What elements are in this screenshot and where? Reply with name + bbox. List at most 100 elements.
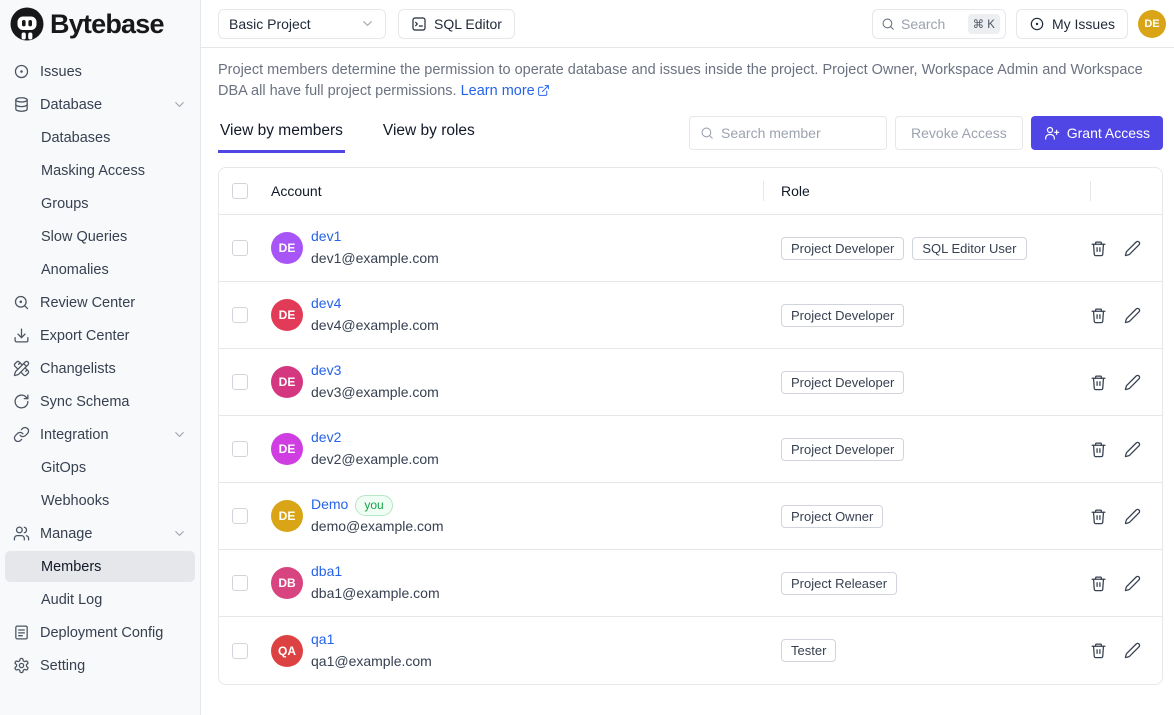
learn-more-link[interactable]: Learn more bbox=[461, 83, 535, 99]
actions-cell bbox=[1090, 508, 1162, 525]
pencil-icon[interactable] bbox=[1124, 307, 1141, 324]
member-email: dba1@example.com bbox=[311, 583, 440, 605]
grant-access-button[interactable]: Grant Access bbox=[1031, 116, 1163, 150]
member-email: dev4@example.com bbox=[311, 315, 439, 337]
row-checkbox[interactable] bbox=[232, 643, 248, 659]
sql-editor-button[interactable]: SQL Editor bbox=[398, 9, 515, 39]
member-name-link[interactable]: dev1 bbox=[311, 226, 341, 248]
chevron-down-icon bbox=[360, 16, 375, 31]
row-checkbox[interactable] bbox=[232, 441, 248, 457]
trash-icon[interactable] bbox=[1090, 508, 1107, 525]
brand-name: Bytebase bbox=[50, 9, 164, 40]
sidebar-item-anomalies[interactable]: Anomalies bbox=[5, 254, 195, 285]
role-badge: Project Developer bbox=[781, 237, 904, 260]
sidebar-item-export-center[interactable]: Export Center bbox=[5, 320, 195, 351]
pencil-icon[interactable] bbox=[1124, 642, 1141, 659]
role-badge: Project Releaser bbox=[781, 572, 897, 595]
row-checkbox-cell bbox=[219, 240, 263, 256]
sidebar-item-members[interactable]: Members bbox=[5, 551, 195, 582]
circle-dot-icon bbox=[13, 63, 30, 80]
account-cell: DEDemoyoudemo@example.com bbox=[263, 494, 763, 537]
table-row: DEdev2dev2@example.comProject Developer bbox=[219, 416, 1162, 483]
pencil-icon[interactable] bbox=[1124, 374, 1141, 391]
sidebar-item-issues[interactable]: Issues bbox=[5, 56, 195, 87]
role-badge: SQL Editor User bbox=[912, 237, 1026, 260]
chevron-down-icon[interactable] bbox=[172, 427, 187, 442]
tabs: View by members View by roles bbox=[218, 112, 477, 153]
trash-icon[interactable] bbox=[1090, 575, 1107, 592]
sidebar-item-label: Slow Queries bbox=[41, 229, 127, 245]
sidebar-item-slow-queries[interactable]: Slow Queries bbox=[5, 221, 195, 252]
tab-view-by-members[interactable]: View by members bbox=[218, 112, 345, 153]
pencil-ruler-icon bbox=[13, 360, 30, 377]
member-name-link[interactable]: dev2 bbox=[311, 427, 341, 449]
pencil-icon[interactable] bbox=[1124, 575, 1141, 592]
row-checkbox[interactable] bbox=[232, 307, 248, 323]
member-name-link[interactable]: dev4 bbox=[311, 293, 341, 315]
member-email: dev3@example.com bbox=[311, 382, 439, 404]
roles-cell: Project Developer SQL Editor User bbox=[763, 237, 1090, 260]
row-checkbox[interactable] bbox=[232, 374, 248, 390]
sidebar-item-database[interactable]: Database bbox=[5, 89, 195, 120]
sidebar-item-sync-schema[interactable]: Sync Schema bbox=[5, 386, 195, 417]
sidebar-item-webhooks[interactable]: Webhooks bbox=[5, 485, 195, 516]
sidebar-item-deployment-config[interactable]: Deployment Config bbox=[5, 617, 195, 648]
member-name-link[interactable]: Demo bbox=[311, 494, 348, 516]
sidebar-item-manage[interactable]: Manage bbox=[5, 518, 195, 549]
sidebar-nav: IssuesDatabaseDatabasesMasking AccessGro… bbox=[0, 48, 200, 681]
tab-view-by-roles[interactable]: View by roles bbox=[381, 112, 477, 153]
actions-cell bbox=[1090, 575, 1162, 592]
sidebar-item-setting[interactable]: Setting bbox=[5, 650, 195, 681]
account-cell: DEdev2dev2@example.com bbox=[263, 427, 763, 470]
member-search-input[interactable]: Search member bbox=[689, 116, 887, 150]
row-checkbox[interactable] bbox=[232, 240, 248, 256]
chevron-down-icon[interactable] bbox=[172, 97, 187, 112]
database-icon bbox=[13, 96, 30, 113]
pencil-icon[interactable] bbox=[1124, 240, 1141, 257]
trash-icon[interactable] bbox=[1090, 307, 1107, 324]
trash-icon[interactable] bbox=[1090, 642, 1107, 659]
row-checkbox-cell bbox=[219, 575, 263, 591]
member-name-link[interactable]: dba1 bbox=[311, 561, 342, 583]
account-cell: DEdev4dev4@example.com bbox=[263, 293, 763, 336]
project-select[interactable]: Basic Project bbox=[218, 9, 386, 39]
sidebar-item-masking-access[interactable]: Masking Access bbox=[5, 155, 195, 186]
content: Project members determine the permission… bbox=[201, 48, 1174, 715]
sidebar-item-label: GitOps bbox=[41, 460, 86, 476]
account-text: qa1qa1@example.com bbox=[311, 629, 432, 672]
row-checkbox[interactable] bbox=[232, 575, 248, 591]
circle-dot-icon bbox=[1029, 16, 1045, 32]
topbar: Basic Project SQL Editor Search ⌘ K My I… bbox=[201, 0, 1174, 48]
chevron-down-icon[interactable] bbox=[172, 526, 187, 541]
sidebar-item-audit-log[interactable]: Audit Log bbox=[5, 584, 195, 615]
pencil-icon[interactable] bbox=[1124, 441, 1141, 458]
user-avatar[interactable]: DE bbox=[1138, 10, 1166, 38]
member-name-link[interactable]: dev3 bbox=[311, 360, 341, 382]
trash-icon[interactable] bbox=[1090, 240, 1107, 257]
sidebar-item-gitops[interactable]: GitOps bbox=[5, 452, 195, 483]
account-cell: DB dba1dba1@example.com bbox=[263, 561, 763, 604]
terminal-icon bbox=[411, 16, 427, 32]
roles-cell: Project Developer bbox=[763, 438, 1090, 461]
select-all-checkbox[interactable] bbox=[232, 183, 248, 199]
sidebar-item-review-center[interactable]: Review Center bbox=[5, 287, 195, 318]
global-search-input[interactable]: Search ⌘ K bbox=[872, 9, 1006, 39]
topbar-right: Search ⌘ K My Issues DE bbox=[872, 9, 1166, 39]
sidebar-item-integration[interactable]: Integration bbox=[5, 419, 195, 450]
account-cell: DEdev1dev1@example.com bbox=[263, 226, 763, 269]
trash-icon[interactable] bbox=[1090, 441, 1107, 458]
avatar: DB bbox=[271, 567, 303, 599]
pencil-icon[interactable] bbox=[1124, 508, 1141, 525]
member-name-link[interactable]: qa1 bbox=[311, 629, 334, 651]
brand-logo[interactable]: Bytebase bbox=[0, 0, 200, 48]
my-issues-button[interactable]: My Issues bbox=[1016, 9, 1128, 39]
sidebar-item-databases[interactable]: Databases bbox=[5, 122, 195, 153]
sidebar-item-label: Manage bbox=[40, 526, 92, 542]
sidebar-item-changelists[interactable]: Changelists bbox=[5, 353, 195, 384]
row-checkbox[interactable] bbox=[232, 508, 248, 524]
sidebar-item-groups[interactable]: Groups bbox=[5, 188, 195, 219]
search-icon bbox=[700, 126, 714, 140]
revoke-access-button[interactable]: Revoke Access bbox=[895, 116, 1023, 150]
member-email: dev1@example.com bbox=[311, 248, 439, 270]
trash-icon[interactable] bbox=[1090, 374, 1107, 391]
